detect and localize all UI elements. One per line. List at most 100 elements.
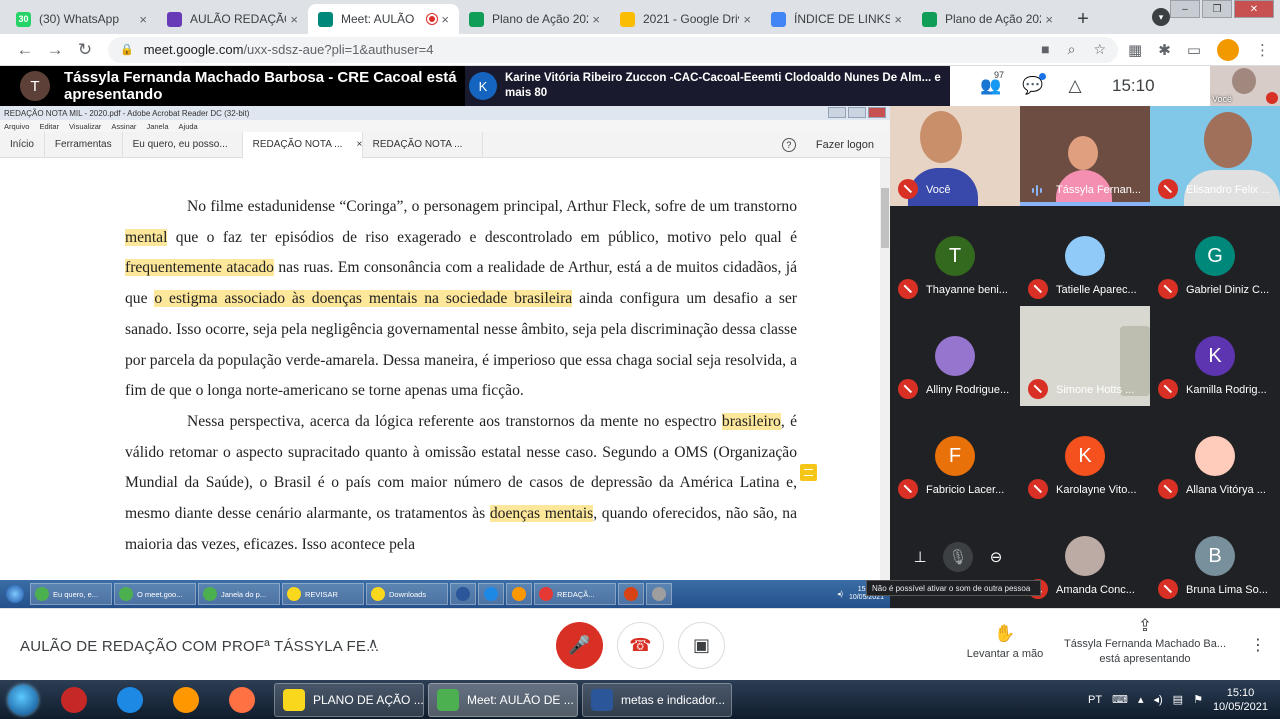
more-options-icon[interactable]: ⋮ <box>1250 635 1266 655</box>
close-tab-icon[interactable]: × <box>592 12 600 27</box>
meeting-title[interactable]: AULÃO DE REDAÇÃO COM PROFª TÁSSYLA FE... <box>20 638 379 655</box>
back-icon[interactable]: ← <box>10 40 40 60</box>
participant-tile[interactable]: Tássyla Fernan... <box>1020 106 1150 206</box>
taskbar-window-button[interactable]: PLANO DE AÇÃO ... <box>274 682 424 717</box>
camera-toggle-button[interactable]: ▣ <box>678 622 725 669</box>
participant-tile[interactable]: Elisandro Felix ... <box>1150 106 1280 206</box>
participant-tile[interactable]: B Bruna Lima So... <box>1150 506 1280 606</box>
close-tab-icon[interactable]: × <box>743 12 751 27</box>
reload-icon[interactable]: ↻ <box>70 40 100 60</box>
acro-tab-doc3[interactable]: REDAÇÃO NOTA ... <box>363 131 483 158</box>
language-indicator[interactable]: PT <box>1088 694 1102 706</box>
chat-button[interactable]: 💬 <box>1012 73 1054 96</box>
maximize-button[interactable]: ❐ <box>1202 0 1232 18</box>
muted-mic-icon <box>1158 279 1178 299</box>
pinned-app-icon[interactable] <box>46 682 102 718</box>
participant-avatar <box>1065 536 1105 576</box>
start-button[interactable] <box>0 680 46 719</box>
tab-search-icon[interactable]: ▾ <box>1152 8 1170 26</box>
acro-tab-doc2[interactable]: REDAÇÃO NOTA ... × <box>242 131 363 158</box>
close-icon[interactable]: × <box>356 139 362 150</box>
close-tab-icon[interactable]: × <box>894 12 902 27</box>
participant-tile[interactable]: Alliny Rodrigue... <box>890 306 1020 406</box>
close-tab-icon[interactable]: × <box>139 12 147 27</box>
acro-close[interactable] <box>868 107 886 118</box>
acro-menu-item[interactable]: Arquivo <box>4 122 29 131</box>
pdf-scrollbar[interactable] <box>880 158 890 580</box>
url-field[interactable]: 🔒 meet.google.com/uxx-sdsz-aue?pli=1&aut… <box>108 36 1119 63</box>
participant-tile[interactable]: F Fabricio Lacer... <box>890 406 1020 506</box>
close-window-button[interactable]: ✕ <box>1234 0 1274 18</box>
participant-tile[interactable]: K Karolayne Vito... <box>1020 406 1150 506</box>
close-tab-icon[interactable]: × <box>1045 12 1053 27</box>
pinned-app-icon[interactable] <box>158 682 214 718</box>
apps-grid-icon[interactable]: ▦ <box>1128 41 1142 59</box>
system-time: 15:10 <box>1226 686 1255 699</box>
participant-count: 97 <box>994 70 1005 80</box>
participant-tile[interactable]: Você <box>890 106 1020 206</box>
close-tab-icon[interactable]: × <box>441 12 449 27</box>
browser-tab[interactable]: Plano de Ação 2021 × <box>459 4 610 34</box>
participant-tile[interactable]: K Kamilla Rodrig... <box>1150 306 1280 406</box>
login-link[interactable]: Fazer logon <box>816 139 874 151</box>
browser-tab[interactable]: AULÃO REDAÇÃO × <box>157 4 308 34</box>
network-icon[interactable]: ▤ <box>1173 693 1183 706</box>
pinned-app-icon[interactable] <box>102 682 158 718</box>
pin-icon[interactable]: ⊥ <box>905 542 935 572</box>
self-view-mini[interactable]: Você <box>1210 66 1280 106</box>
camera-indicator-icon[interactable]: ■ <box>1041 41 1049 58</box>
raise-hand-button[interactable]: ✋ Levantar a mão <box>955 624 1055 660</box>
participant-name: Tatielle Aparec... <box>1056 284 1137 296</box>
remove-icon[interactable]: ⊖ <box>981 542 1011 572</box>
activities-button[interactable]: △ <box>1054 76 1096 96</box>
flag-icon[interactable]: ⚑ <box>1193 693 1203 706</box>
forward-icon[interactable]: → <box>40 40 70 60</box>
minimize-button[interactable]: – <box>1170 0 1200 18</box>
browser-menu-icon[interactable]: ⋮ <box>1255 41 1270 59</box>
acro-min[interactable] <box>828 107 846 118</box>
presenting-button[interactable]: ⇪ Tássyla Fernanda Machado Ba... está ap… <box>1058 616 1232 667</box>
mic-toggle-button[interactable]: 🎤 <box>556 622 603 669</box>
participant-tile[interactable]: G Gabriel Diniz C... <box>1150 206 1280 306</box>
people-button[interactable]: 👥 97 <box>970 70 1012 96</box>
pinned-app-icon[interactable] <box>214 682 270 718</box>
acro-tab-ferramentas[interactable]: Ferramentas <box>45 131 123 158</box>
help-icon[interactable]: ? <box>781 137 796 152</box>
zoom-icon[interactable]: ⌕ <box>1068 41 1076 58</box>
participant-tile[interactable]: Allana Vitórya ... <box>1150 406 1280 506</box>
chevron-up-icon[interactable]: ∧ <box>368 635 378 652</box>
acro-menu-item[interactable]: Editar <box>39 122 59 131</box>
participant-tile[interactable]: T Thayanne beni... <box>890 206 1020 306</box>
leave-call-button[interactable]: ☎ <box>617 622 664 669</box>
shared-taskbar-label: Downloads <box>389 589 427 599</box>
acro-menu-item[interactable]: Janela <box>146 122 168 131</box>
participant-tile[interactable]: Simone Hotts ... <box>1020 306 1150 406</box>
close-tab-icon[interactable]: × <box>290 12 298 27</box>
keyboard-icon[interactable]: ⌨ <box>1112 693 1128 706</box>
acro-menu-item[interactable]: Visualizar <box>69 122 101 131</box>
comment-icon[interactable] <box>800 464 817 481</box>
system-clock[interactable]: 15:10 10/05/2021 <box>1213 686 1268 714</box>
acro-tab-inicio[interactable]: Início <box>0 131 45 158</box>
volume-icon[interactable]: ◂) <box>1153 693 1162 706</box>
taskbar-window-button[interactable]: Meet: AULÃO DE ... <box>428 682 578 717</box>
browser-tab[interactable]: 2021 - Google Drive × <box>610 4 761 34</box>
taskbar-window-button[interactable]: metas e indicador... <box>582 682 732 717</box>
tray-expand-icon[interactable]: ▴ <box>1138 693 1144 706</box>
browser-tab[interactable]: ÍNDICE DE LINKS 2× <box>761 4 912 34</box>
acro-max[interactable] <box>848 107 866 118</box>
cast-icon[interactable]: ▭ <box>1187 41 1201 59</box>
acro-menu-item[interactable]: Ajuda <box>179 122 198 131</box>
acro-tab-doc1[interactable]: Eu quero, eu posso... <box>123 131 243 158</box>
present-screen-icon: ⇪ <box>1137 616 1153 635</box>
extensions-puzzle-icon[interactable]: ✱ <box>1158 41 1171 59</box>
browser-tab[interactable]: 30 (30) WhatsApp × <box>6 4 157 34</box>
browser-tab[interactable]: Meet: AULÃO × <box>308 4 459 34</box>
acro-menu-item[interactable]: Assinar <box>111 122 136 131</box>
browser-tab[interactable]: Plano de Ação 2021 × <box>912 4 1063 34</box>
new-tab-button[interactable]: + <box>1069 5 1097 33</box>
participant-tile[interactable]: Tatielle Aparec... <box>1020 206 1150 306</box>
mute-disabled-icon[interactable]: 🎙 <box>943 542 973 572</box>
bookmark-star-icon[interactable]: ☆ <box>1093 41 1106 58</box>
profile-avatar[interactable] <box>1217 38 1239 61</box>
